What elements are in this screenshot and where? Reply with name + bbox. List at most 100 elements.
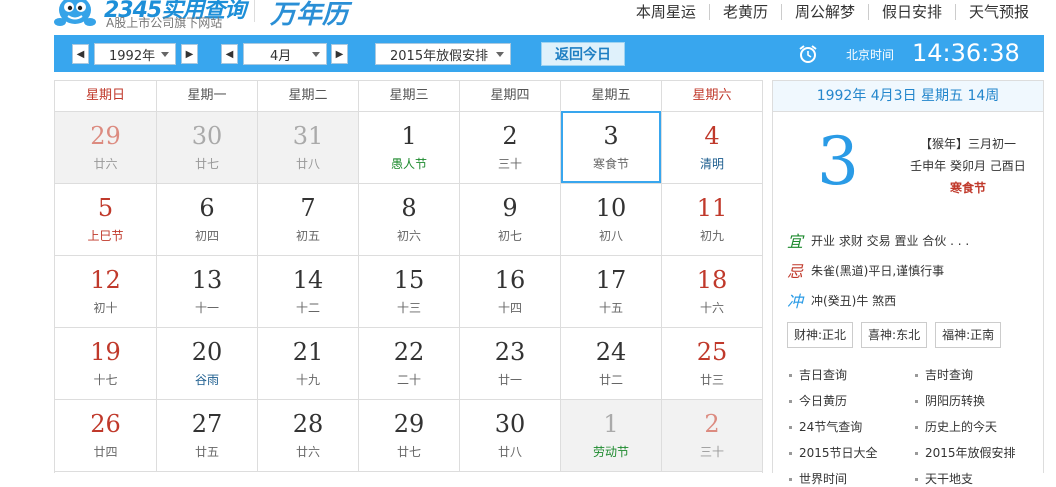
calendar-day-cell[interactable]: 6 初四 <box>156 184 257 255</box>
lunar-day-label: 十七 <box>93 373 118 387</box>
calendar-day-cell[interactable]: 29 廿七 <box>358 400 459 471</box>
nav-weekly-horoscope[interactable]: 本周星运 <box>623 4 709 20</box>
yi-row: 宜 开业 求财 交易 置业 合伙 . . . <box>787 229 969 251</box>
calendar-day-cell[interactable]: 21 十九 <box>257 328 358 399</box>
calendar-day-cell[interactable]: 12 初十 <box>55 256 156 327</box>
calendar-day-cell[interactable]: 15 十三 <box>358 256 459 327</box>
calendar-day-cell[interactable]: 31 廿八 <box>257 112 358 183</box>
link-lucky-day[interactable]: 吉日查询 <box>787 367 847 383</box>
lunar-day-label: 廿八 <box>497 445 522 459</box>
logo-subtitle: A股上市公司旗下网站 <box>106 16 223 30</box>
holiday-select[interactable]: 2015年放假安排 <box>375 43 511 65</box>
weekday-header: 星期日 星期一 星期二 星期三 星期四 星期五 星期六 <box>55 81 762 112</box>
calendar-day-cell[interactable]: 25 廿三 <box>661 328 762 399</box>
calendar-weeks: 29 廿六 30 廿七 31 廿八 1 愚人节 2 三十 3 寒食节 4 清明 5 上巳节 6 初四 7 初五 8 初六 9… <box>55 111 762 472</box>
calendar-day-cell[interactable]: 2 三十 <box>459 112 560 183</box>
day-number: 31 <box>292 122 324 150</box>
day-detail-panel: 1992年 4月3日 星期五 14周 3 【猴年】三月初一 壬申年 癸卯月 己酉… <box>772 80 1044 486</box>
site-logo[interactable]: 2345实用查询 A股上市公司旗下网站 <box>50 0 260 34</box>
calendar-day-cell[interactable]: 24 廿二 <box>560 328 661 399</box>
lunar-day-label: 廿四 <box>93 445 118 459</box>
calendar-day-cell[interactable]: 20 谷雨 <box>156 328 257 399</box>
lunar-day-label: 寒食节 <box>592 157 629 171</box>
yi-text[interactable]: 开业 求财 交易 置业 合伙 . . . <box>811 232 969 249</box>
calendar-day-cell[interactable]: 28 廿六 <box>257 400 358 471</box>
calendar-day-cell[interactable]: 26 廿四 <box>55 400 156 471</box>
calendar-day-cell[interactable]: 30 廿七 <box>156 112 257 183</box>
day-number: 25 <box>696 338 728 366</box>
link-holidays-2015[interactable]: 2015年放假安排 <box>913 445 1016 461</box>
festival-name: 寒食节 <box>949 181 986 195</box>
calendar-day-cell[interactable]: 8 初六 <box>358 184 459 255</box>
chong-text: 冲(癸丑)牛 煞西 <box>811 293 897 308</box>
lunar-day-label: 廿六 <box>93 157 118 171</box>
lunar-day-label: 十三 <box>396 301 421 315</box>
lunar-day-label: 初十 <box>93 301 118 315</box>
back-to-today-button[interactable]: 返回今日 <box>541 42 625 66</box>
link-solar-terms[interactable]: 24节气查询 <box>787 419 862 435</box>
calendar-day-cell[interactable]: 27 廿五 <box>156 400 257 471</box>
calendar-day-cell[interactable]: 19 十七 <box>55 328 156 399</box>
big-day-number: 3 <box>817 123 859 200</box>
day-number: 30 <box>494 410 526 438</box>
link-today-almanac[interactable]: 今日黄历 <box>787 393 847 409</box>
nav-old-almanac[interactable]: 老黄历 <box>708 4 781 20</box>
link-history-today[interactable]: 历史上的今天 <box>913 419 997 435</box>
next-month-button[interactable]: ▶ <box>331 44 348 64</box>
calendar-day-cell[interactable]: 2 三十 <box>661 400 762 471</box>
calendar-day-cell[interactable]: 13 十一 <box>156 256 257 327</box>
calendar-day-cell[interactable]: 4 清明 <box>661 112 762 183</box>
next-year-button[interactable]: ▶ <box>181 44 198 64</box>
calendar-day-cell[interactable]: 5 上巳节 <box>55 184 156 255</box>
chevron-left-icon: ◀ <box>76 48 85 60</box>
calendar-day-cell[interactable]: 16 十四 <box>459 256 560 327</box>
day-number: 19 <box>90 338 121 366</box>
link-festivals-2015[interactable]: 2015节日大全 <box>787 445 878 461</box>
month-select[interactable]: 4月 <box>243 43 327 65</box>
calendar-day-cell[interactable]: 11 初九 <box>661 184 762 255</box>
calendar-day-cell[interactable]: 29 廿六 <box>55 112 156 183</box>
weekday-thu: 星期四 <box>459 81 560 111</box>
calendar-day-cell[interactable]: 1 愚人节 <box>358 112 459 183</box>
chong-row: 冲 冲(癸丑)牛 煞西 <box>787 289 896 311</box>
day-number: 9 <box>502 194 518 222</box>
nav-weather-forecast[interactable]: 天气预报 <box>954 4 1042 20</box>
calendar-day-cell[interactable]: 18 十六 <box>661 256 762 327</box>
lunar-date: 【猴年】三月初一 <box>919 137 1016 151</box>
calendar-day-cell[interactable]: 3 寒食节 <box>560 111 661 183</box>
day-number: 3 <box>603 122 619 150</box>
lunar-day-label: 十九 <box>295 373 320 387</box>
link-ganzhi[interactable]: 天干地支 <box>913 471 973 487</box>
link-calendar-convert[interactable]: 阴阳历转换 <box>913 393 985 409</box>
link-lucky-hour[interactable]: 吉时查询 <box>913 367 973 383</box>
calendar-day-cell[interactable]: 7 初五 <box>257 184 358 255</box>
chevron-down-icon <box>496 52 504 57</box>
calendar-day-cell[interactable]: 22 二十 <box>358 328 459 399</box>
joy-god-direction: 喜神:东北 <box>861 322 928 348</box>
calendar-week-row: 5 上巳节 6 初四 7 初五 8 初六 9 初七 10 初八 11 初九 <box>55 184 762 256</box>
calendar-day-cell[interactable]: 30 廿八 <box>459 400 560 471</box>
prev-year-button[interactable]: ◀ <box>72 44 89 64</box>
prev-month-button[interactable]: ◀ <box>221 44 238 64</box>
calendar-day-cell[interactable]: 23 廿一 <box>459 328 560 399</box>
nav-holiday-schedule[interactable]: 假日安排 <box>867 4 955 20</box>
day-number: 4 <box>704 122 720 150</box>
day-number: 21 <box>292 338 324 366</box>
calendar-day-cell[interactable]: 14 十二 <box>257 256 358 327</box>
selected-date-header: 1992年 4月3日 星期五 14周 <box>773 81 1043 112</box>
lunar-day-label: 初八 <box>598 229 623 243</box>
day-number: 8 <box>401 194 417 222</box>
calendar-day-cell[interactable]: 1 劳动节 <box>560 400 661 471</box>
lunar-day-label: 十四 <box>497 301 522 315</box>
link-world-time[interactable]: 世界时间 <box>787 471 847 487</box>
lunar-day-label: 廿七 <box>194 157 219 171</box>
calendar-day-cell[interactable]: 10 初八 <box>560 184 661 255</box>
calendar-day-cell[interactable]: 9 初七 <box>459 184 560 255</box>
year-select-value: 1992年 <box>109 48 156 64</box>
lunar-day-label: 三十 <box>497 157 522 171</box>
lunar-day-label: 廿二 <box>598 373 623 387</box>
year-select[interactable]: 1992年 <box>94 43 176 65</box>
alarm-clock-icon <box>799 45 817 63</box>
calendar-day-cell[interactable]: 17 十五 <box>560 256 661 327</box>
nav-dream-interpretation[interactable]: 周公解梦 <box>780 4 868 20</box>
